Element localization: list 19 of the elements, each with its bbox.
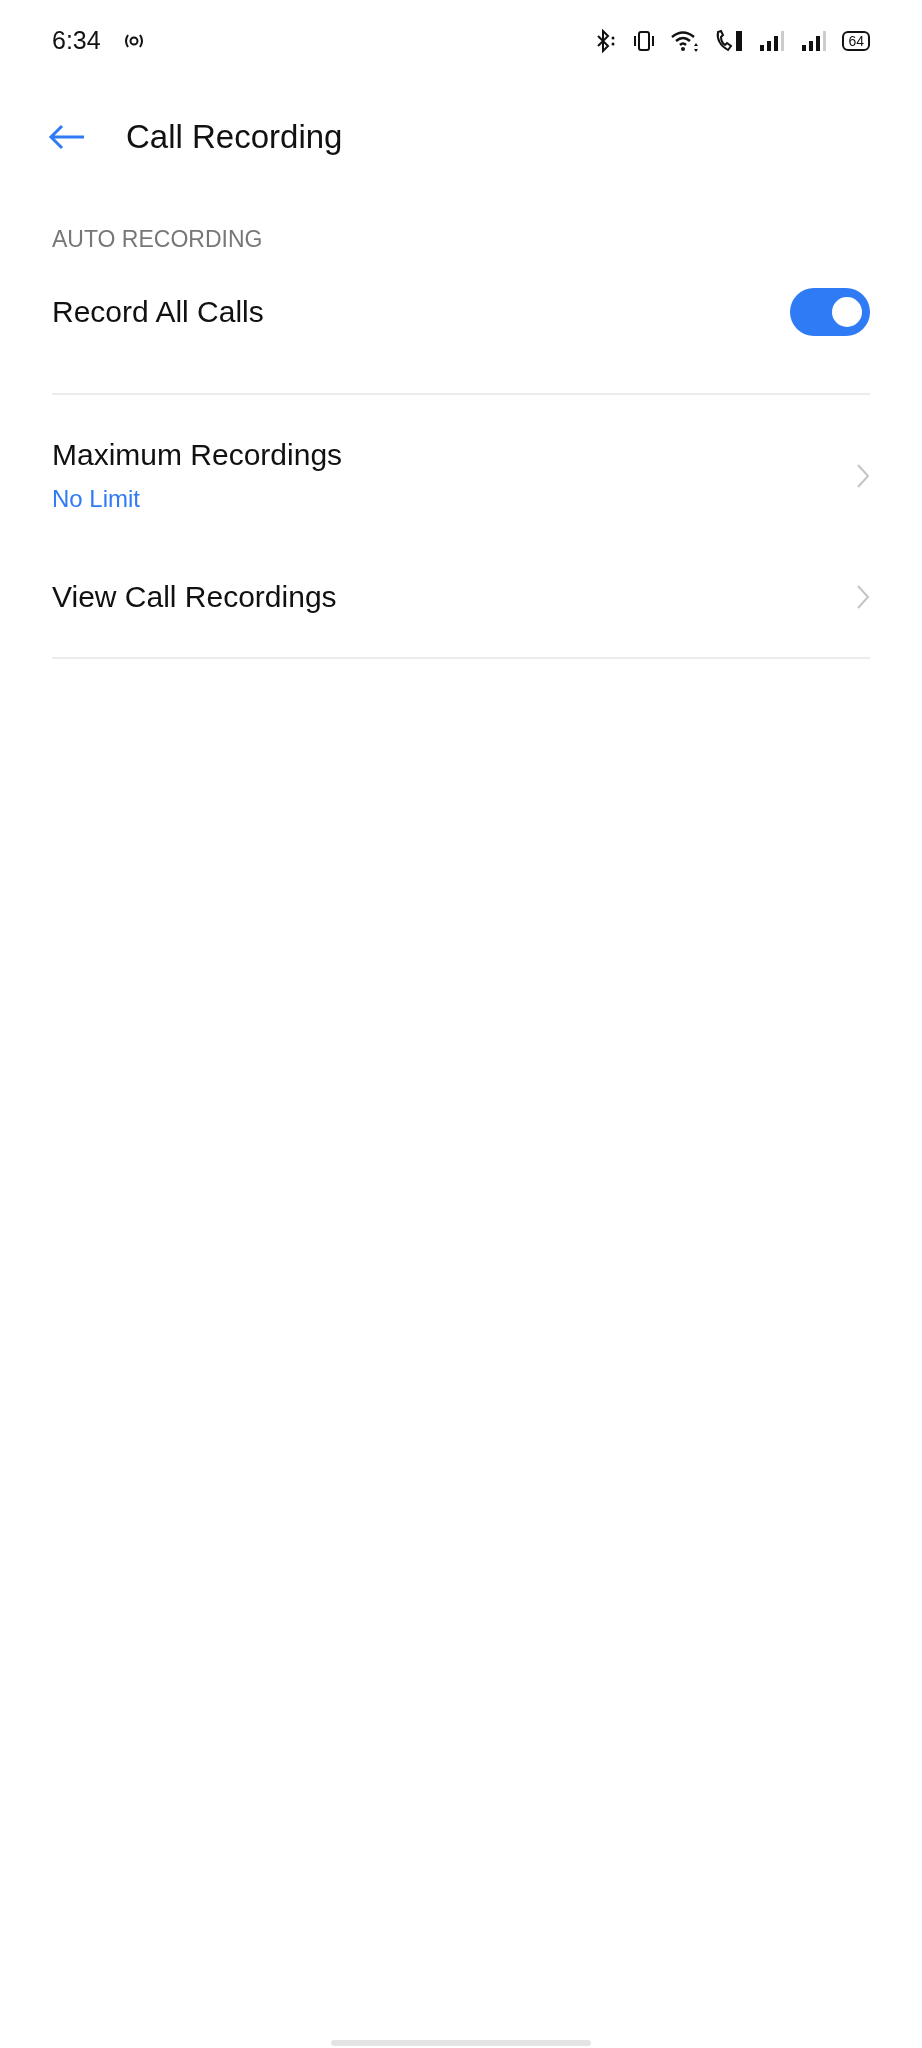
- hotspot-icon: [122, 33, 145, 49]
- settings-row[interactable]: Maximum Recordings No Limit: [52, 404, 870, 547]
- toggle-switch[interactable]: [790, 287, 870, 336]
- call-wifi-icon: [714, 29, 745, 53]
- setting-label: View Call Recordings: [52, 578, 337, 615]
- setting-label: Maximum Recordings: [52, 436, 343, 473]
- signal-icon: [758, 30, 787, 52]
- chevron-right-icon: [856, 462, 870, 489]
- page-title: Call Recording: [126, 117, 343, 158]
- status-time: 6:34: [52, 25, 101, 57]
- vibrate-icon: [632, 29, 657, 53]
- setting-value: No Limit: [52, 483, 142, 514]
- settings-row[interactable]: View Call Recordings: [52, 546, 870, 647]
- battery-indicator: 64: [842, 31, 870, 51]
- wifi-icon: [670, 29, 701, 53]
- setting-label: Record All Calls: [52, 294, 264, 330]
- section-header: AUTO RECORDING: [52, 225, 264, 254]
- signal-icon: [800, 30, 829, 52]
- chevron-right-icon: [856, 583, 870, 610]
